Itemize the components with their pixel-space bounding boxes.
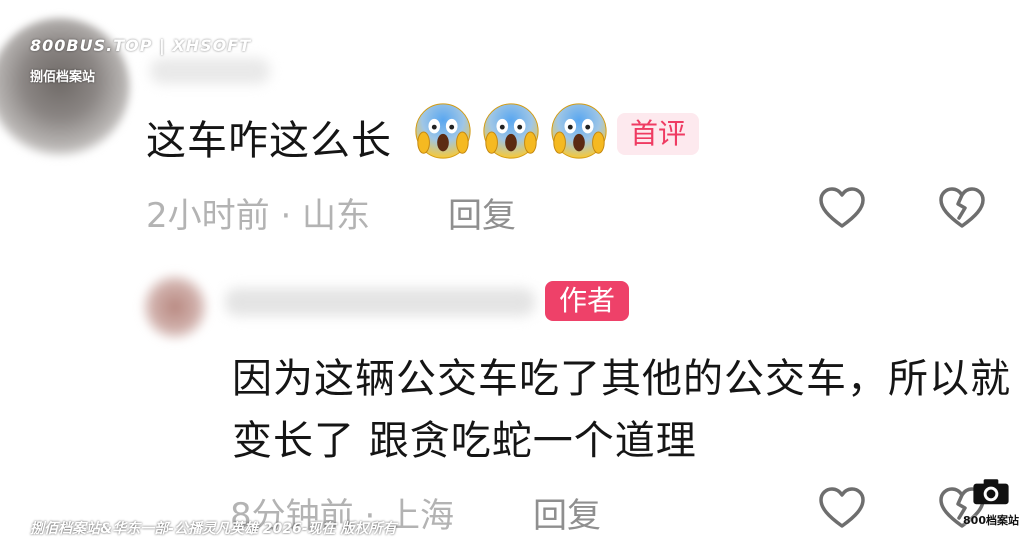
first-comment-badge: 首评 (617, 113, 699, 155)
username-blurred (225, 288, 535, 316)
watermark-logo: 800档案站 (958, 476, 1024, 538)
screaming-face-icon (412, 100, 474, 162)
comment-meta: 2小时前 · 山东 (146, 196, 371, 236)
screaming-face-icon (480, 100, 542, 162)
watermark-logo-text: 800档案站 (963, 514, 1019, 527)
reply-button[interactable]: 回复 (533, 488, 601, 537)
comment-text: 这车咋这么长 (146, 118, 392, 164)
emoji-row (412, 100, 610, 162)
screaming-face-icon (548, 100, 610, 162)
reply-text: 因为这辆公交车吃了其他的公交车，所以就变长了 跟贪吃蛇一个道理 (232, 356, 1011, 464)
username-blurred (150, 58, 270, 84)
heart-outline-icon[interactable] (818, 186, 866, 230)
watermark-top: 800BUS.TOP | XHSOFT (30, 36, 252, 55)
avatar[interactable] (140, 272, 210, 342)
author-badge: 作者 (545, 281, 629, 321)
watermark-bottom: 捌佰档案站&华东一部-公播灵凡英雄 2026-现在 版权所有 (30, 521, 397, 537)
heart-outline-icon[interactable] (818, 486, 866, 530)
camera-icon (973, 479, 1009, 505)
watermark-sub: 捌佰档案站 (30, 70, 96, 85)
broken-heart-icon[interactable] (938, 186, 986, 230)
reply-button[interactable]: 回复 (448, 188, 516, 237)
comment-section: 800BUS.TOP | XHSOFT 捌佰档案站 这车咋这么长 首评 2小时前… (0, 0, 1034, 542)
